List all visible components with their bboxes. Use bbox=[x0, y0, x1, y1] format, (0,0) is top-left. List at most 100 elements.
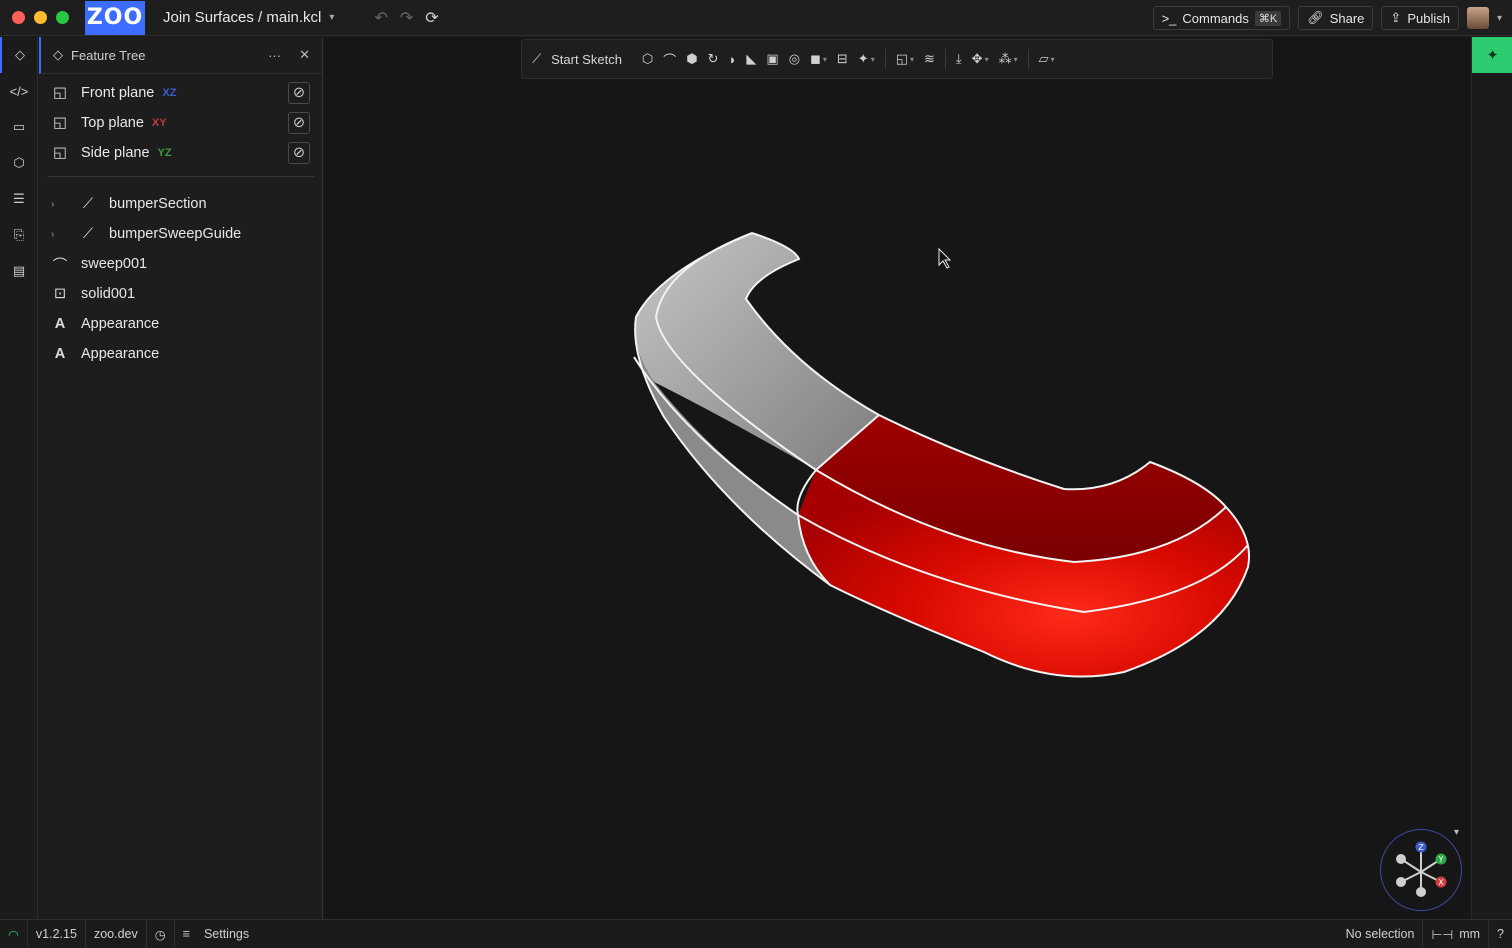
network-status[interactable]: ◠ bbox=[0, 919, 28, 948]
feature-label: bumperSweepGuide bbox=[109, 226, 242, 242]
publish-button[interactable]: ⇪ Publish bbox=[1381, 6, 1459, 30]
appearance-icon: A bbox=[54, 316, 66, 332]
feature-tree-icon: ◇ bbox=[53, 47, 63, 62]
feature-row[interactable]: › ⟋ bumperSection bbox=[39, 189, 322, 219]
title-bar: ZOO Join Surfaces / main.kcl ▾ ↶ ↷ ⟳ >_ … bbox=[0, 0, 1512, 36]
close-window-button[interactable] bbox=[12, 11, 25, 24]
visibility-toggle[interactable]: ⊘ bbox=[288, 142, 310, 164]
commands-label: Commands bbox=[1182, 10, 1249, 26]
chevron-right-icon[interactable]: › bbox=[51, 229, 65, 240]
minimize-window-button[interactable] bbox=[34, 11, 47, 24]
feature-label: Appearance bbox=[81, 316, 160, 332]
commands-button[interactable]: >_ Commands ⌘K bbox=[1152, 6, 1291, 30]
x-axis-label: X bbox=[1438, 878, 1444, 887]
chevron-down-icon[interactable]: ▾ bbox=[1454, 827, 1459, 838]
feature-label: solid001 bbox=[81, 286, 136, 302]
layers-icon: ◇ bbox=[15, 47, 25, 62]
window-controls bbox=[12, 11, 69, 24]
version-label[interactable]: v1.2.15 bbox=[28, 919, 86, 948]
timer-button[interactable]: ◷ bbox=[147, 919, 175, 948]
plane-row-side[interactable]: ◱ Side plane YZ ⊘ bbox=[39, 138, 322, 168]
zoo-logo[interactable]: ZOO bbox=[85, 0, 145, 35]
feature-row[interactable]: A Appearance bbox=[39, 309, 322, 339]
visibility-toggle[interactable]: ⊘ bbox=[288, 82, 310, 104]
help-button[interactable]: ? bbox=[1488, 919, 1512, 948]
settings-label: Settings bbox=[203, 927, 250, 941]
visibility-toggle[interactable]: ⊘ bbox=[288, 112, 310, 134]
right-rail: ✦ bbox=[1471, 37, 1512, 919]
zoom-window-button[interactable] bbox=[56, 11, 69, 24]
undo-icon[interactable]: ↶ bbox=[374, 8, 387, 28]
selection-status: No selection bbox=[1345, 927, 1415, 941]
feature-row[interactable]: › ⟋ bumperSweepGuide bbox=[39, 219, 322, 249]
plane-axis: XZ bbox=[162, 87, 177, 99]
plane-axis: XY bbox=[151, 117, 167, 129]
appearance-icon: A bbox=[54, 346, 66, 362]
axis-gizmo-icon: Z Y X bbox=[1396, 841, 1447, 897]
sweep-icon: ⌒ bbox=[52, 257, 68, 274]
hexagon-icon: ⬡ bbox=[13, 155, 25, 170]
ruler-icon: ⊢⊣ bbox=[1431, 927, 1454, 942]
parts-tab[interactable]: ⬡ bbox=[0, 145, 38, 181]
feature-tree-panel: ◇ Feature Tree ··· ✕ ◱ Front plane XZ ⊘ … bbox=[39, 37, 323, 919]
redo-icon[interactable]: ↷ bbox=[400, 8, 413, 28]
orientation-gizmo[interactable]: Z Y X bbox=[1380, 829, 1462, 911]
avatar[interactable] bbox=[1466, 7, 1489, 29]
logs-tab[interactable]: ▤ bbox=[0, 253, 38, 289]
more-options-icon[interactable]: ··· bbox=[268, 48, 281, 63]
chevron-right-icon[interactable]: › bbox=[51, 199, 65, 210]
plane-row-front[interactable]: ◱ Front plane XZ ⊘ bbox=[39, 78, 322, 108]
commands-shortcut: ⌘K bbox=[1254, 10, 1282, 26]
settings-button[interactable]: ≡ Settings bbox=[175, 920, 257, 948]
chevron-down-icon: ▾ bbox=[329, 12, 335, 23]
feature-label: bumperSection bbox=[109, 196, 207, 212]
sketch-icon: ⟋ bbox=[82, 226, 94, 242]
panel-header: ◇ Feature Tree ··· ✕ bbox=[39, 37, 322, 74]
list-tab[interactable]: ☰ bbox=[0, 181, 38, 217]
publish-label: Publish bbox=[1407, 10, 1450, 26]
upload-icon: ⇪ bbox=[1390, 10, 1402, 25]
sparkle-icon: ✦ bbox=[1486, 47, 1499, 64]
plane-label: Side plane bbox=[81, 145, 150, 161]
code-tab[interactable]: </> bbox=[0, 73, 38, 109]
plane-axis: YZ bbox=[157, 147, 172, 159]
domain-link[interactable]: zoo.dev bbox=[86, 919, 147, 948]
eye-off-icon: ⊘ bbox=[292, 145, 306, 161]
left-icon-rail: ◇ </> ▭ ⬡ ☰ ⎘ ▤ bbox=[0, 37, 38, 919]
project-title: Join Surfaces / main.kcl bbox=[163, 9, 322, 26]
plane-label: Top plane bbox=[81, 115, 144, 131]
divider bbox=[47, 176, 314, 177]
solid-icon: ⊡ bbox=[53, 286, 67, 302]
y-axis-label: Y bbox=[1438, 855, 1444, 864]
plane-icon: ◱ bbox=[53, 145, 67, 161]
eye-off-icon: ⊘ bbox=[292, 115, 306, 131]
close-icon[interactable]: ✕ bbox=[299, 47, 310, 63]
plane-label: Front plane bbox=[81, 85, 155, 101]
eye-off-icon: ⊘ bbox=[292, 85, 306, 101]
chevron-down-icon[interactable]: ▾ bbox=[1497, 13, 1502, 24]
feature-label: Appearance bbox=[81, 346, 160, 362]
feature-row[interactable]: ⌒ sweep001 bbox=[39, 249, 322, 279]
feature-row[interactable]: A Appearance bbox=[39, 339, 322, 369]
units-selector[interactable]: ⊢⊣ mm bbox=[1422, 919, 1488, 948]
feature-tree-tab[interactable]: ◇ bbox=[0, 37, 38, 73]
bumper-model[interactable] bbox=[324, 37, 1471, 919]
plane-row-top[interactable]: ◱ Top plane XY ⊘ bbox=[39, 108, 322, 138]
refresh-icon[interactable]: ⟳ bbox=[425, 8, 438, 28]
code-icon: </> bbox=[9, 83, 29, 99]
files-tab[interactable]: ▭ bbox=[0, 109, 38, 145]
feature-row[interactable]: ⊡ solid001 bbox=[39, 279, 322, 309]
folder-icon: ▭ bbox=[12, 119, 26, 134]
sketch-icon: ⟋ bbox=[82, 196, 94, 212]
terminal-icon: >_ bbox=[1161, 10, 1177, 26]
z-axis-label: Z bbox=[1418, 843, 1424, 852]
export-tab[interactable]: ⎘ bbox=[0, 217, 38, 253]
plane-icon: ◱ bbox=[53, 115, 67, 131]
text-to-cad-button[interactable]: ✦ bbox=[1472, 37, 1512, 73]
clock-icon: ◷ bbox=[154, 927, 166, 942]
3d-viewport[interactable]: ⟋ Start Sketch ⬡ ⌒ ⬢ ↻ ◗ ◣ ▣ ◎ ◼ ▾ ⊟ ✦ ▾ ◱… bbox=[324, 37, 1471, 919]
share-label: Share bbox=[1329, 10, 1365, 26]
share-button[interactable]: 🔗︎ Share bbox=[1298, 6, 1374, 30]
project-title-menu[interactable]: Join Surfaces / main.kcl ▾ bbox=[163, 9, 334, 26]
link-icon: 🔗︎ bbox=[1307, 10, 1324, 25]
